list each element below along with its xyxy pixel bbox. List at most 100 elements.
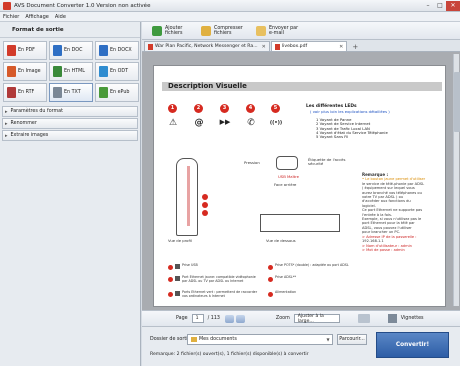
output-folder-select[interactable]: Mes documents ▼: [187, 334, 333, 345]
format-html-button[interactable]: En HTML: [49, 62, 93, 81]
badge-5: 5: [271, 104, 280, 113]
docx-icon: [99, 45, 108, 56]
legend-item: Prise ADSL**: [268, 275, 350, 282]
format-docx-button[interactable]: En DOCX: [95, 41, 139, 60]
doc-icon: [53, 45, 62, 56]
format-image-button[interactable]: En Image: [3, 62, 47, 81]
document-viewer: Description Visuelle 1 2 3 4 5 ⚠ @ ▶▶ ✆ …: [142, 52, 460, 310]
leds-subtitle: ( voir plus loin les explications détail…: [310, 109, 390, 114]
main-toolbar: Ajouter fichiers Compresser fichiers Env…: [142, 22, 460, 40]
app-logo-icon: [3, 1, 11, 10]
caption-profile-view: Vue de profil: [168, 238, 192, 243]
badge-4: 4: [246, 104, 255, 113]
tab-label: War Plan Pacific, Network Messenger et R…: [155, 44, 258, 49]
fast-forward-icon: ▶▶: [219, 118, 231, 126]
page-total: / 113: [207, 316, 220, 321]
format-odt-button[interactable]: En ODT: [95, 62, 139, 81]
compress-files-label: Compresser fichiers: [214, 25, 243, 36]
wireless-icon: ((•)): [269, 120, 283, 126]
add-files-button[interactable]: Ajouter fichiers: [152, 25, 189, 36]
add-icon: [152, 25, 162, 36]
menu-fichier[interactable]: Fichier: [0, 14, 22, 20]
send-email-button[interactable]: Envoyer par e-mail: [256, 25, 299, 36]
section-label: Extraire images: [10, 133, 49, 138]
led-list: 1 Voyant de Panne 2 Voyant de Service In…: [316, 117, 388, 140]
legend-item: Prise POTS* (double) : adaptée au port A…: [268, 263, 350, 270]
send-email-label: Envoyer par e-mail: [269, 25, 299, 36]
usb-icon: [175, 264, 180, 269]
format-label: En TXT: [64, 90, 81, 95]
badge-1: 1: [168, 104, 177, 113]
scroll-thumb[interactable]: [454, 72, 460, 132]
chevron-down-icon[interactable]: ▼: [324, 337, 332, 342]
legend-text: Prise POTS* (double) : adaptée au port A…: [275, 263, 349, 267]
menu-affichage[interactable]: Affichage: [22, 14, 52, 20]
pdf-icon: [7, 45, 16, 56]
badge-3: 3: [220, 104, 229, 113]
minimize-button[interactable]: –: [422, 1, 434, 11]
format-txt-button[interactable]: En TXT: [49, 83, 93, 102]
led-item: 5 Voyant Sans Fil: [316, 134, 349, 140]
tab-war-plan[interactable]: War Plan Pacific, Network Messenger et R…: [144, 41, 270, 51]
pdf-icon: [148, 43, 153, 50]
format-grid: En PDF En DOC En DOCX En Image En HTML E…: [0, 38, 140, 105]
status-text: Remarque: 2 fichier(s) ouvert(s), 1 fich…: [150, 352, 309, 357]
format-pdf-button[interactable]: En PDF: [3, 41, 47, 60]
device-rear-drawing: [276, 156, 298, 170]
tab-label: livebox.pdf: [281, 44, 308, 49]
legend-text: Prise ADSL**: [275, 275, 297, 279]
caption-etiquette: Étiquette de l'accès sécurité: [308, 157, 346, 167]
section-rename[interactable]: ▸ Renommer: [2, 118, 138, 129]
legend-item: Prise USB: [168, 263, 258, 270]
new-tab-button[interactable]: +: [348, 43, 362, 51]
document-tabs: War Plan Pacific, Network Messenger et R…: [142, 40, 460, 52]
tab-livebox[interactable]: livebox.pdf ✕: [270, 41, 348, 51]
menu-aide[interactable]: Aide: [52, 14, 69, 20]
previous-page-icon[interactable]: [224, 314, 234, 323]
page-navigation-bar: Page 1 / 113 Zoom Ajuster à la large... …: [142, 310, 460, 327]
ethernet-icon: [175, 276, 180, 281]
section-format-params[interactable]: ▸ Paramètres du format: [2, 106, 138, 117]
close-tab-icon[interactable]: ✕: [339, 44, 343, 50]
maximize-button[interactable]: □: [434, 1, 446, 11]
format-doc-button[interactable]: En DOC: [49, 41, 93, 60]
remark-line: > Mot de passe : admin: [362, 247, 405, 252]
caption-pression: Pression: [244, 160, 260, 165]
badge-icon: [268, 264, 273, 270]
output-format-header: Format de sortie: [0, 22, 140, 38]
convert-button[interactable]: Convertir!: [376, 332, 449, 358]
close-button[interactable]: ✕: [446, 0, 460, 11]
phone-icon: ✆: [247, 118, 255, 128]
window-title: AVS Document Converter 1.0 Version non a…: [14, 2, 151, 9]
doc-section-title: Description Visuelle: [162, 82, 442, 91]
thumbnails-label[interactable]: Vignettes: [401, 316, 424, 321]
page-label: Page: [176, 316, 188, 321]
zoom-select[interactable]: Ajuster à la large...: [293, 314, 340, 324]
badge-icon: [268, 291, 273, 297]
caption-rear-view: Face arrière: [274, 182, 297, 187]
left-panel: Format de sortie En PDF En DOC En DOCX E…: [0, 22, 141, 366]
close-tab-icon[interactable]: ✕: [262, 44, 266, 50]
format-label: En ODT: [110, 69, 128, 74]
chevron-right-icon: ▸: [5, 132, 8, 139]
chevron-right-icon: ▸: [5, 120, 8, 127]
format-epub-button[interactable]: En ePub: [95, 83, 139, 102]
format-label: En PDF: [18, 48, 35, 53]
section-extract-images[interactable]: ▸ Extraire images: [2, 130, 138, 141]
section-label: Renommer: [10, 121, 37, 126]
bottom-panel: Dossier de sortie: Mes documents ▼ Parco…: [142, 327, 460, 366]
format-rtf-button[interactable]: En RTF: [3, 83, 47, 102]
format-label: En HTML: [64, 69, 85, 74]
badge-icon: [168, 264, 173, 270]
next-page-icon[interactable]: [235, 314, 245, 323]
page-number-input[interactable]: 1: [191, 314, 204, 323]
format-label: En ePub: [110, 90, 130, 95]
vertical-scrollbar[interactable]: [453, 54, 460, 306]
compress-files-button[interactable]: Compresser fichiers: [201, 25, 244, 36]
menu-bar: Fichier Affichage Aide: [0, 12, 460, 22]
warning-icon: ⚠: [168, 118, 178, 128]
browse-button[interactable]: Parcourir...: [337, 334, 367, 345]
print-icon[interactable]: [357, 314, 370, 323]
badge-icon: [168, 291, 173, 297]
thumbnails-icon[interactable]: [387, 314, 397, 323]
